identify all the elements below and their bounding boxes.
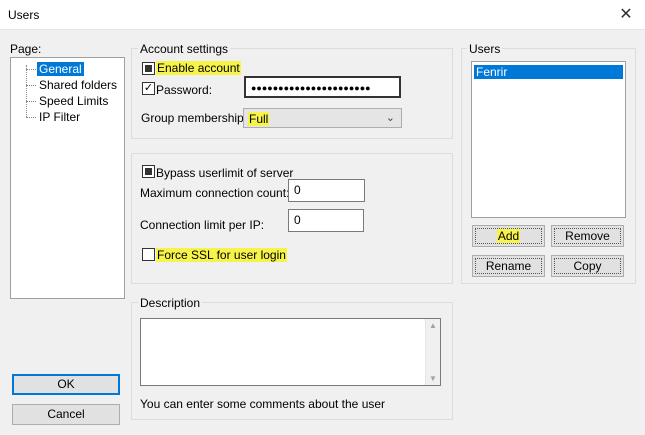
account-settings-legend: Account settings [138, 42, 231, 56]
bypass-userlimit-checkbox[interactable] [142, 165, 155, 178]
title-bar: Users ✕ [0, 0, 645, 30]
users-legend: Users [467, 42, 503, 56]
description-legend: Description [138, 296, 203, 310]
bypass-userlimit-label: Bypass userlimit of server [156, 166, 294, 180]
rename-user-button[interactable]: Rename [472, 255, 545, 277]
users-list[interactable]: Fenrir [471, 61, 626, 218]
add-button-label: Add [496, 229, 521, 243]
limit-per-ip-input[interactable]: 0 [288, 209, 364, 232]
page-tree[interactable]: General Shared folders Speed Limits IP F… [10, 57, 125, 299]
tree-item-general[interactable]: General [37, 62, 84, 76]
tree-connector [26, 117, 36, 118]
tree-item-shared-folders[interactable]: Shared folders [37, 78, 119, 92]
max-connection-label: Maximum connection count: [140, 186, 290, 200]
description-hint: You can enter some comments about the us… [140, 397, 386, 411]
chevron-down-icon: ⌄ [385, 112, 395, 124]
add-user-button[interactable]: Add [472, 225, 545, 247]
scroll-up-icon[interactable]: ▲ [429, 321, 437, 330]
close-icon[interactable]: ✕ [614, 4, 638, 26]
cancel-button[interactable]: Cancel [12, 404, 120, 425]
max-connection-input[interactable]: 0 [288, 179, 365, 202]
tree-item-ip-filter[interactable]: IP Filter [37, 110, 82, 124]
group-membership-label: Group membership: [141, 111, 248, 125]
ok-button[interactable]: OK [12, 374, 120, 395]
password-field[interactable]: ●●●●●●●●●●●●●●●●●●●●●● [244, 76, 401, 98]
tree-item-speed-limits[interactable]: Speed Limits [37, 94, 110, 108]
password-checkbox[interactable]: ✓ [142, 82, 155, 95]
window-title: Users [8, 8, 40, 22]
description-scrollbar[interactable]: ▲ ▼ [425, 319, 440, 385]
group-membership-select[interactable]: Full ⌄ [243, 108, 402, 128]
page-label: Page: [10, 42, 42, 56]
enable-account-checkbox[interactable] [142, 62, 155, 75]
remove-user-button[interactable]: Remove [551, 225, 624, 247]
tree-connector [26, 65, 27, 117]
password-label: Password: [156, 83, 213, 97]
copy-user-button[interactable]: Copy [551, 255, 624, 277]
force-ssl-checkbox[interactable] [142, 248, 155, 261]
tree-connector [26, 85, 36, 86]
tree-connector [26, 101, 36, 102]
tree-connector [26, 69, 36, 70]
scroll-down-icon[interactable]: ▼ [429, 374, 437, 383]
group-membership-value: Full [248, 112, 270, 126]
limit-per-ip-label: Connection limit per IP: [140, 218, 265, 232]
user-item[interactable]: Fenrir [474, 65, 623, 79]
force-ssl-label: Force SSL for user login [156, 248, 287, 262]
enable-account-label: Enable account [156, 61, 241, 75]
description-textarea[interactable]: ▲ ▼ [140, 318, 441, 386]
